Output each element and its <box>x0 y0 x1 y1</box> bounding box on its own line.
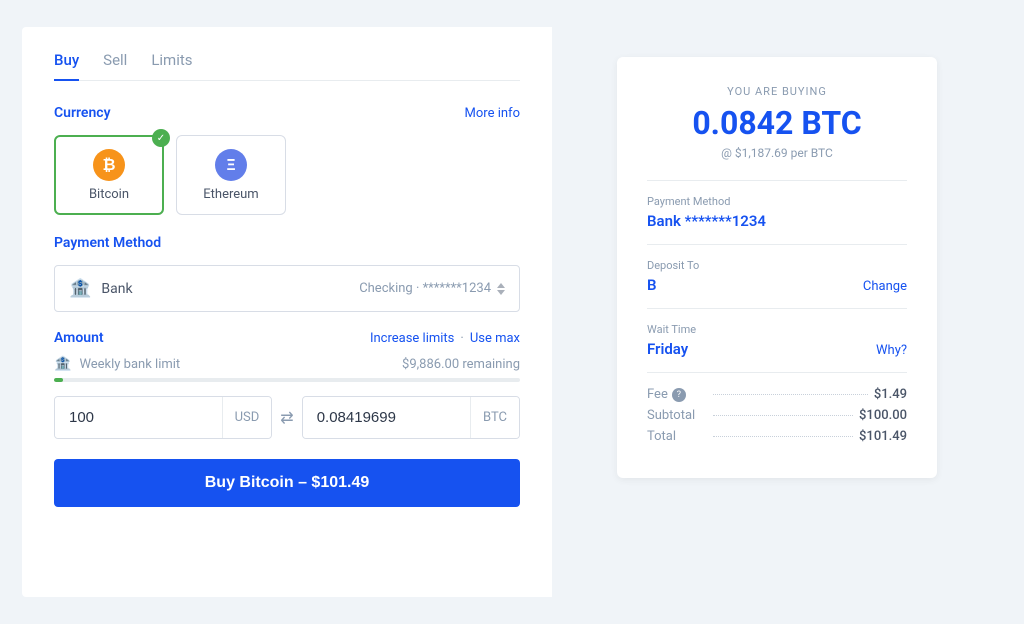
receipt-btc-amount: 0.0842 BTC <box>647 104 907 142</box>
chevron-down-icon <box>497 290 505 295</box>
input-row: USD ⇄ BTC <box>54 396 520 439</box>
tabs: Buy Sell Limits <box>54 51 520 81</box>
payment-method-name: Bank <box>101 281 132 297</box>
dropdown-chevrons <box>497 283 505 295</box>
subtotal-label: Subtotal <box>647 408 707 423</box>
amount-header: Amount Increase limits · Use max <box>54 330 520 346</box>
more-info-link[interactable]: More info <box>465 106 520 121</box>
btc-label: Bitcoin <box>89 187 129 202</box>
dot-separator: · <box>460 331 463 346</box>
main-container: Buy Sell Limits Currency More info ✓ ₿ B… <box>22 27 1002 597</box>
total-dots <box>713 436 853 437</box>
why-link[interactable]: Why? <box>876 343 907 358</box>
total-row: Total $101.49 <box>647 429 907 444</box>
payment-method-row-label: Payment Method <box>647 195 907 208</box>
bank-limit-icon: 🏦 <box>54 356 71 372</box>
divider-2 <box>647 244 907 245</box>
currency-card-eth[interactable]: Ξ Ethereum <box>176 135 286 215</box>
eth-icon: Ξ <box>215 149 247 181</box>
progress-bar <box>54 378 520 382</box>
wait-time-row: Wait Time Friday Why? <box>647 323 907 358</box>
fee-value: $1.49 <box>874 387 907 402</box>
payment-detail: Checking · *******1234 <box>359 281 491 296</box>
subtotal-row: Subtotal $100.00 <box>647 408 907 423</box>
total-label: Total <box>647 429 707 444</box>
swap-icon[interactable]: ⇄ <box>280 408 293 427</box>
btc-currency-label: BTC <box>470 397 519 438</box>
fee-info-icon[interactable]: ? <box>672 388 686 402</box>
btc-input[interactable] <box>303 397 470 438</box>
usd-input-group: USD <box>54 396 272 439</box>
chevron-up-icon <box>497 283 505 288</box>
fee-row: Fee ? $1.49 <box>647 387 907 402</box>
tab-buy[interactable]: Buy <box>54 51 79 81</box>
currency-section-header: Currency More info <box>54 105 520 121</box>
amount-actions: Increase limits · Use max <box>370 331 520 346</box>
fee-label: Fee ? <box>647 387 707 402</box>
buy-button[interactable]: Buy Bitcoin – $101.49 <box>54 459 520 507</box>
you-are-buying-label: YOU ARE BUYING <box>647 85 907 98</box>
use-max-link[interactable]: Use max <box>470 331 520 346</box>
divider-1 <box>647 180 907 181</box>
increase-limits-link[interactable]: Increase limits <box>370 331 454 346</box>
bank-limit-text: Weekly bank limit <box>79 357 394 372</box>
fee-dots <box>713 394 868 395</box>
currency-label: Currency <box>54 105 111 121</box>
tab-sell[interactable]: Sell <box>103 51 127 81</box>
subtotal-dots <box>713 415 853 416</box>
currency-card-btc[interactable]: ✓ ₿ Bitcoin <box>54 135 164 215</box>
bank-limit-remaining: $9,886.00 remaining <box>402 357 520 372</box>
payment-left: 🏦 Bank <box>69 278 133 299</box>
payment-method-row-value: Bank *******1234 <box>647 212 907 230</box>
wait-time-value: Friday <box>647 340 688 358</box>
deposit-to-value-row: B Change <box>647 276 907 294</box>
bank-icon: 🏦 <box>69 278 91 299</box>
wait-time-label: Wait Time <box>647 323 907 336</box>
deposit-to-row: Deposit To B Change <box>647 259 907 294</box>
total-value: $101.49 <box>859 429 907 444</box>
bank-limit-row: 🏦 Weekly bank limit $9,886.00 remaining <box>54 356 520 372</box>
currency-cards: ✓ ₿ Bitcoin Ξ Ethereum <box>54 135 520 215</box>
receipt-card: YOU ARE BUYING 0.0842 BTC @ $1,187.69 pe… <box>617 57 937 478</box>
payment-dropdown[interactable]: 🏦 Bank Checking · *******1234 <box>54 265 520 312</box>
receipt-header: YOU ARE BUYING 0.0842 BTC @ $1,187.69 pe… <box>647 85 907 160</box>
selected-check-icon: ✓ <box>152 129 170 147</box>
tab-limits[interactable]: Limits <box>151 51 192 81</box>
payment-method-row: Payment Method Bank *******1234 <box>647 195 907 230</box>
payment-right: Checking · *******1234 <box>359 281 505 296</box>
amount-label: Amount <box>54 330 104 346</box>
deposit-to-value: B <box>647 276 657 294</box>
eth-label: Ethereum <box>203 187 258 202</box>
divider-3 <box>647 308 907 309</box>
usd-currency-label: USD <box>222 397 272 438</box>
divider-4 <box>647 372 907 373</box>
btc-icon: ₿ <box>93 149 125 181</box>
receipt-btc-price: @ $1,187.69 per BTC <box>647 146 907 160</box>
receipt-fees: Fee ? $1.49 Subtotal $100.00 Total $101.… <box>647 387 907 444</box>
deposit-change-link[interactable]: Change <box>863 279 907 294</box>
right-panel: YOU ARE BUYING 0.0842 BTC @ $1,187.69 pe… <box>552 27 1002 597</box>
payment-label: Payment Method <box>54 235 520 251</box>
btc-input-group: BTC <box>302 396 520 439</box>
usd-input[interactable] <box>55 397 222 438</box>
subtotal-value: $100.00 <box>859 408 907 423</box>
progress-fill <box>54 378 63 382</box>
deposit-to-label: Deposit To <box>647 259 907 272</box>
left-panel: Buy Sell Limits Currency More info ✓ ₿ B… <box>22 27 552 597</box>
wait-time-value-row: Friday Why? <box>647 340 907 358</box>
